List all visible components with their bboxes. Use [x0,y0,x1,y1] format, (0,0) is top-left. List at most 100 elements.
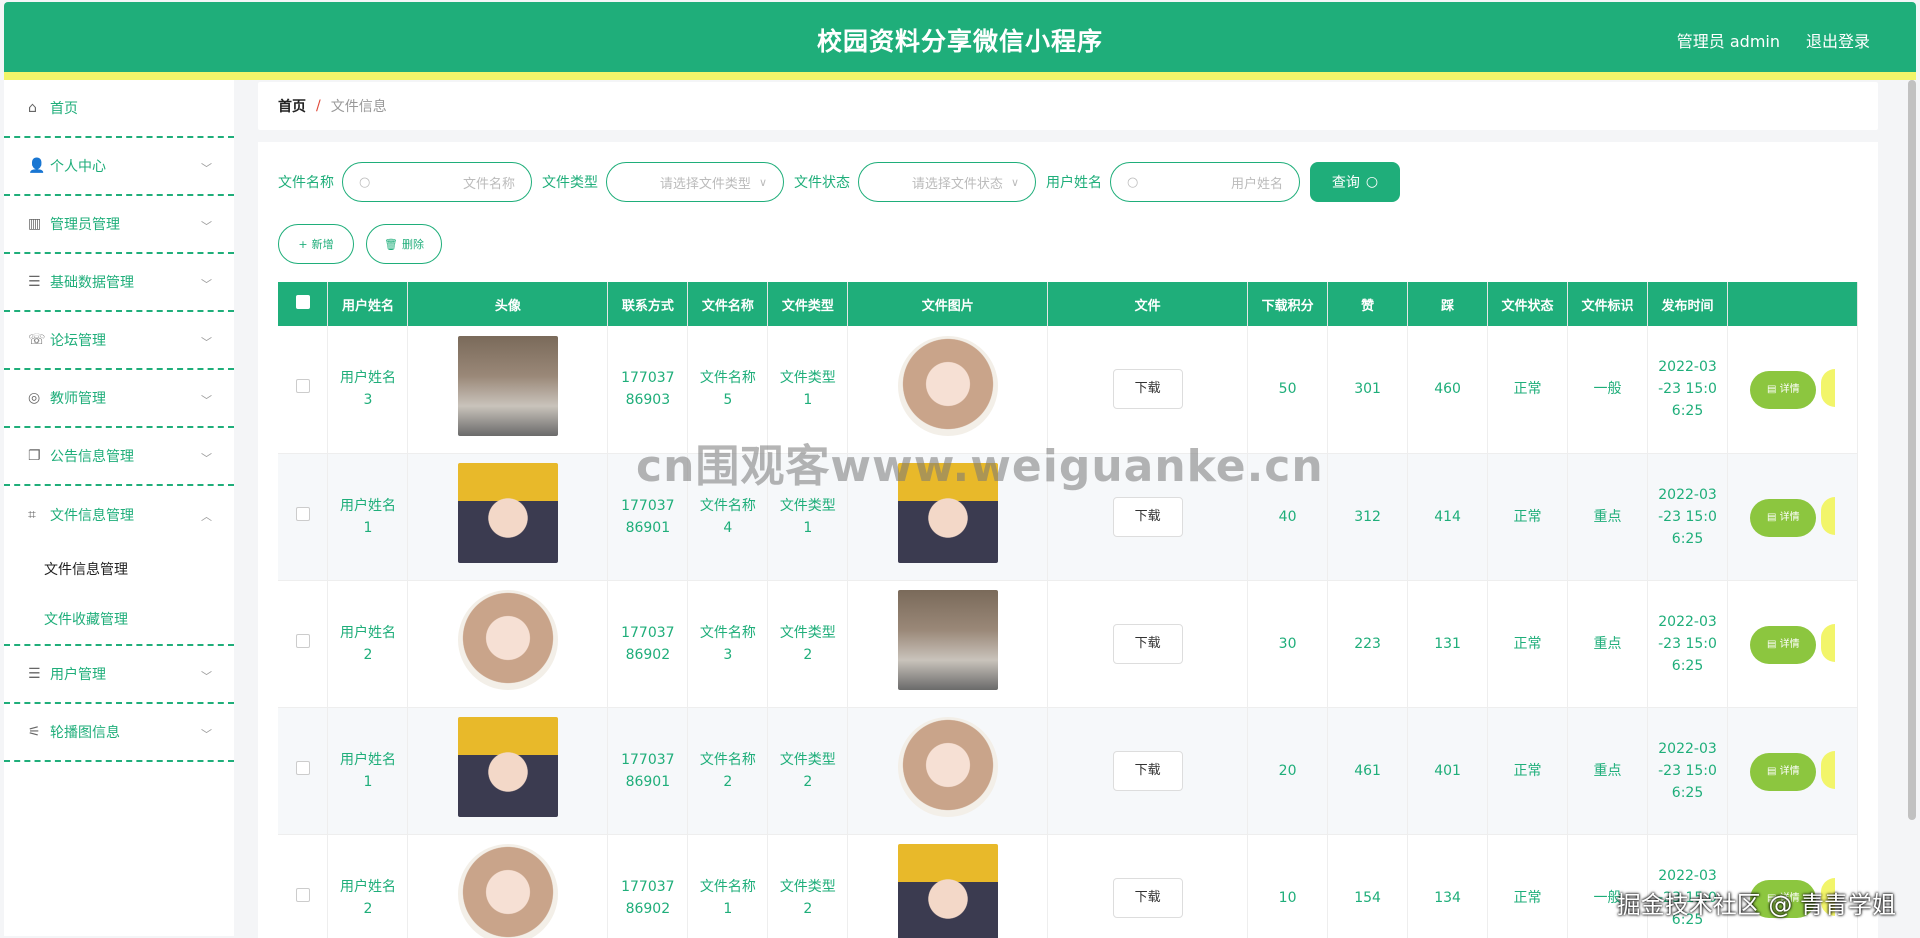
table-cell-file-type: 文件类型2 [767,580,849,708]
sidebar-item-0[interactable]: ⌂ 首页 [4,80,234,138]
delete-button[interactable]: 🗑 删除 [366,224,442,264]
file-image [897,717,998,817]
table-cell: 下载 [1047,580,1249,708]
detail-button[interactable]: ▤ 详情 [1750,752,1817,791]
cell-text: 用户姓名1 [339,751,396,790]
column-header: 下载积分 [1247,282,1329,326]
table-cell-likes: 223 [1327,580,1409,708]
detail-button[interactable]: ▤ 详情 [1750,498,1817,537]
column-header: 文件状态 [1487,282,1569,326]
table-cell-tag: 一般 [1567,326,1649,454]
table-cell [847,707,1049,835]
sidebar-item-2[interactable]: ▥ 管理员管理 ﹀ [4,196,234,254]
edit-button[interactable] [1820,623,1835,662]
sidebar-item-4[interactable]: ☏ 论坛管理 ﹀ [4,312,234,370]
download-button[interactable]: 下载 [1112,750,1183,791]
detail-button[interactable]: ▤ 详情 [1750,625,1817,664]
edit-button[interactable] [1820,496,1835,535]
download-button[interactable]: 下载 [1112,877,1183,918]
table-cell [278,453,329,581]
cell-text: 154 [1354,889,1381,906]
breadcrumb-home[interactable]: 首页 [278,96,306,116]
add-button[interactable]: + 新增 [278,224,354,264]
row-checkbox[interactable] [295,887,310,902]
edit-button[interactable] [1820,750,1835,789]
cell-text: 文件类型1 [779,497,836,536]
row-checkbox[interactable] [295,506,310,521]
cell-text: 17703786903 [621,370,675,409]
cell-text: 文件类型2 [779,624,836,663]
file-image [897,844,998,938]
table-cell [407,707,609,835]
sidebar-item-9[interactable]: ⚟ 轮播图信息 ﹀ [4,704,234,762]
cell-text: 重点 [1593,762,1622,779]
download-button[interactable]: 下载 [1112,496,1183,537]
table-cell-status: 正常 [1487,707,1569,835]
cell-text: 用户姓名2 [339,624,396,663]
submenu-item-0[interactable]: 文件信息管理 [4,544,234,594]
row-checkbox[interactable] [295,633,310,648]
search-bar: 文件名称 ○ 文件名称 文件类型 请选择文件类型 ∨ 文件状态 请选择文件状态 … [278,162,1400,202]
sidebar-item-5[interactable]: ◎ 教师管理 ﹀ [4,370,234,428]
chevron-down-icon: ﹀ [201,452,212,465]
sidebar-item-7[interactable]: ⌗ 文件信息管理 ︿ [4,486,234,544]
cell-text: 2022-03-23 15:06:25 [1658,359,1717,420]
row-checkbox[interactable] [295,379,310,394]
settings-icon: ◎ [28,390,41,406]
user-name-label: 用户姓名 [1046,175,1102,191]
cell-text: 文件名称5 [699,370,756,409]
sliders-icon: ⚟ [28,724,41,740]
column-header: 联系方式 [607,282,689,326]
file-status-select[interactable]: 请选择文件状态 ∨ [858,162,1036,202]
chevron-down-icon: ﹀ [201,728,212,741]
cell-text: 301 [1354,381,1381,398]
header-accent-bar [4,72,1916,80]
list-icon: ☰ [28,274,41,290]
cell-text: 30 [1278,635,1297,652]
cell-text: 正常 [1513,508,1542,525]
column-header: 文件图片 [847,282,1049,326]
app-title: 校园资料分享微信小程序 [816,27,1103,56]
download-button[interactable]: 下载 [1112,369,1183,410]
query-button[interactable]: 查询 ○ [1310,162,1400,202]
file-type-label: 文件类型 [542,175,598,191]
chevron-down-icon: ﹀ [201,336,212,349]
column-header: 文件标识 [1567,282,1649,326]
download-button[interactable]: 下载 [1112,623,1183,664]
avatar-image [457,717,558,817]
column-header: 踩 [1407,282,1489,326]
sidebar-item-6[interactable]: ❐ 公告信息管理 ﹀ [4,428,234,486]
sidebar-item-label: 个人中心 [50,159,106,175]
table-cell-file-name: 文件名称2 [687,707,769,835]
file-name-input[interactable]: ○ 文件名称 [342,162,532,202]
submenu-item-1[interactable]: 文件收藏管理 [4,594,234,644]
sidebar-item-label: 管理员管理 [50,217,120,233]
table-cell [847,580,1049,708]
sidebar-item-1[interactable]: 👤 个人中心 ﹀ [4,138,234,196]
sidebar-item-label: 用户管理 [50,667,106,683]
cell-text: 正常 [1513,762,1542,779]
cell-text: 文件类型2 [779,878,836,917]
row-checkbox[interactable] [295,760,310,775]
cell-text: 文件名称4 [699,497,756,536]
logout-link[interactable]: 退出登录 [1806,28,1870,52]
sidebar-item-label: 公告信息管理 [50,449,134,465]
table-cell-file-name: 文件名称3 [687,580,769,708]
scrollbar[interactable] [1908,80,1916,820]
user-name-input[interactable]: ○ 用户姓名 [1110,162,1300,202]
edit-button[interactable] [1820,369,1835,408]
table-cell-status: 正常 [1487,580,1569,708]
table-cell-status: 正常 [1487,326,1569,454]
table-cell-time: 2022-03-23 15:06:25 [1647,326,1729,454]
avatar-image [457,590,558,690]
sidebar-item-8[interactable]: ☰ 用户管理 ﹀ [4,646,234,704]
select-all-checkbox[interactable] [278,282,329,326]
file-type-select[interactable]: 请选择文件类型 ∨ [606,162,784,202]
sidebar-item-3[interactable]: ☰ 基础数据管理 ﹀ [4,254,234,312]
avatar-image [457,844,558,938]
table-cell-dislikes: 134 [1407,834,1489,938]
cell-text: 2022-03-23 15:06:25 [1658,740,1717,801]
table-cell-dislikes: 414 [1407,453,1489,581]
table-cell [278,834,329,938]
detail-button[interactable]: ▤ 详情 [1750,371,1817,410]
